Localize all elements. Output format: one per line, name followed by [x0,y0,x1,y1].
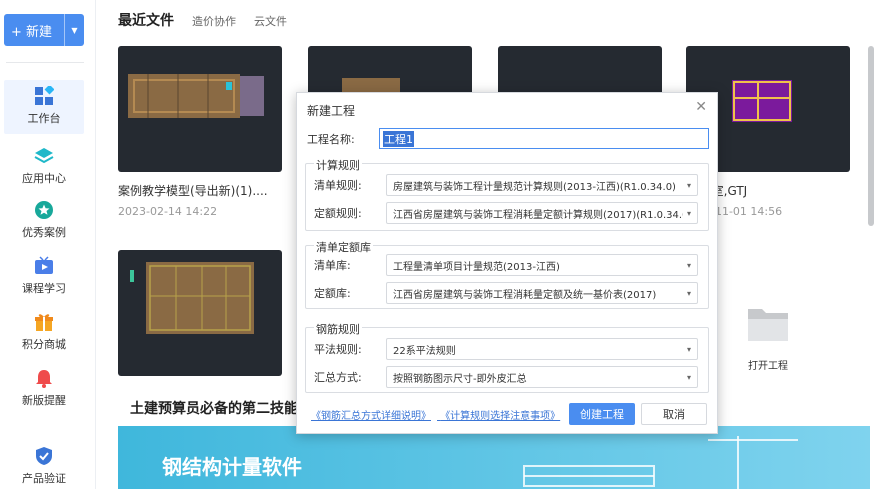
recent-file-card[interactable] [118,250,282,376]
chevron-down-icon: ▾ [686,208,691,218]
project-name-row: 工程名称: [307,127,377,151]
select-value: 按照钢筋图示尺寸-即外皮汇总 [393,373,527,385]
quota-rule-label: 定额规则: [314,207,362,220]
sidebar-item-label: 积分商城 [22,338,66,351]
video-icon [34,256,54,276]
scrollbar[interactable] [868,46,874,226]
new-button-label[interactable]: + 新建 [4,14,64,46]
recent-file-card[interactable]: 案例教学模型(导出新)(1).... 2023-02-14 14:22 [118,46,282,218]
flat-rule-row: 平法规则: 22系平法规则 ▾ [314,338,698,360]
group-title: 清单定额库 [314,239,373,255]
tab-recent-files[interactable]: 最近文件 [118,10,174,30]
chevron-down-icon[interactable]: ▼ [64,14,84,46]
select-value: 房屋建筑与装饰工程计量规范计算规则(2013-江西)(R1.0.34.0) [393,181,676,193]
workbench-icon [34,86,54,106]
file-thumbnail[interactable] [118,250,282,376]
new-project-dialog: 新建工程 ✕ 工程名称: 工程1 计算规则 清单规则: 房屋建筑与装饰工程计量规… [296,92,718,434]
file-name: 案例教学模型(导出新)(1).... [118,184,268,198]
quota-lib-group: 清单定额库 清单库: 工程量清单项目计量规范(2013-江西) ▾ 定额库: 江… [305,239,709,309]
calc-rule-notes-link[interactable]: 《计算规则选择注意事项》 [440,411,560,422]
sidebar-item-workbench[interactable]: 工作台 [4,80,84,134]
quota-lib-label: 定额库: [314,287,351,300]
summary-label: 汇总方式: [314,371,362,384]
promo-banner[interactable]: 钢结构计量软件 [118,426,870,489]
project-name-label: 工程名称: [307,133,355,146]
chevron-down-icon: ▾ [686,344,691,354]
rebar-summary-help-link[interactable]: 《钢筋汇总方式详细说明》 [311,411,431,422]
select-value: 江西省房屋建筑与装饰工程消耗量定额计算规则(2017)(R1.0.34.0) [393,209,683,221]
list-rule-row: 清单规则: 房屋建筑与装饰工程计量规范计算规则(2013-江西)(R1.0.34… [314,174,698,196]
select-value: 工程量清单项目计量规范(2013-江西) [393,261,560,273]
quota-rule-row: 定额规则: 江西省房屋建筑与装饰工程消耗量定额计算规则(2017)(R1.0.3… [314,202,698,224]
sidebar-item-app-center[interactable]: 应用中心 [4,140,84,194]
quota-lib-row: 定额库: 江西省房屋建筑与装饰工程消耗量定额及统一基价表(2017) ▾ [314,282,698,304]
quota-lib-select[interactable]: 江西省房屋建筑与装饰工程消耗量定额及统一基价表(2017) ▾ [386,282,698,304]
divider [6,62,84,63]
shield-icon [34,446,54,466]
flat-rule-select[interactable]: 22系平法规则 ▾ [386,338,698,360]
tab-bar: 最近文件 造价协作 云文件 [118,10,287,30]
rebar-rules-group: 钢筋规则 平法规则: 22系平法规则 ▾ 汇总方式: 按照钢筋图示尺寸-即外皮汇… [305,321,709,393]
tab-cost-collab[interactable]: 造价协作 [192,13,236,29]
summary-row: 汇总方式: 按照钢筋图示尺寸-即外皮汇总 ▾ [314,366,698,388]
section-title: 土建预算员必备的第二技能 [130,401,298,417]
group-title: 钢筋规则 [314,321,362,337]
tab-cloud-files[interactable]: 云文件 [254,13,287,29]
calc-rules-group: 计算规则 清单规则: 房屋建筑与装饰工程计量规范计算规则(2013-江西)(R1… [305,157,709,231]
dialog-title: 新建工程 [307,104,356,118]
sidebar-item-label: 优秀案例 [22,226,66,239]
project-name-input[interactable]: 工程1 [379,128,709,149]
group-title: 计算规则 [314,157,362,173]
summary-select[interactable]: 按照钢筋图示尺寸-即外皮汇总 ▾ [386,366,698,388]
create-project-button[interactable]: 创建工程 [569,403,635,425]
open-project-label: 打开工程 [748,361,788,372]
select-value: 江西省房屋建筑与装饰工程消耗量定额及统一基价表(2017) [393,289,657,301]
cancel-button[interactable]: 取消 [641,403,707,425]
select-value: 22系平法规则 [393,345,456,357]
close-icon[interactable]: ✕ [695,99,707,115]
list-lib-label: 清单库: [314,259,351,272]
layers-icon [34,146,54,166]
sidebar-item-verify[interactable]: 产品验证 [4,440,84,489]
star-icon [34,200,54,220]
project-name-value[interactable]: 工程1 [383,130,414,147]
list-rule-label: 清单规则: [314,179,362,192]
help-links: 《钢筋汇总方式详细说明》 《计算规则选择注意事项》 [311,407,566,422]
chevron-down-icon: ▾ [686,372,691,382]
gift-icon [34,312,54,332]
sidebar-item-label: 产品验证 [22,472,66,485]
sidebar-item-label: 课程学习 [22,282,66,295]
sidebar: + 新建 ▼ 工作台 应用中心 优秀案例 课程学习 积分商城 新版提醒 产品验证 [0,0,96,489]
sidebar-item-label: 新版提醒 [22,394,66,407]
sidebar-item-courses[interactable]: 课程学习 [4,250,84,304]
chevron-down-icon: ▾ [686,288,691,298]
new-button[interactable]: + 新建 ▼ [4,14,84,46]
list-rule-select[interactable]: 房屋建筑与装饰工程计量规范计算规则(2013-江西)(R1.0.34.0) ▾ [386,174,698,196]
folder-icon [748,309,788,341]
file-thumbnail[interactable] [118,46,282,172]
chevron-down-icon: ▾ [686,180,691,190]
flat-rule-label: 平法规则: [314,343,362,356]
sidebar-item-label: 工作台 [27,112,61,125]
bell-icon [34,368,54,388]
sidebar-item-release-notes[interactable]: 新版提醒 [4,362,84,416]
sidebar-item-mall[interactable]: 积分商城 [4,306,84,360]
sidebar-item-cases[interactable]: 优秀案例 [4,194,84,248]
chevron-down-icon: ▾ [686,260,691,270]
list-lib-select[interactable]: 工程量清单项目计量规范(2013-江西) ▾ [386,254,698,276]
quota-rule-select[interactable]: 江西省房屋建筑与装饰工程消耗量定额计算规则(2017)(R1.0.34.0) ▾ [386,202,698,224]
list-lib-row: 清单库: 工程量清单项目计量规范(2013-江西) ▾ [314,254,698,276]
sidebar-item-label: 应用中心 [22,172,66,185]
file-date: 2023-02-14 14:22 [118,205,218,218]
